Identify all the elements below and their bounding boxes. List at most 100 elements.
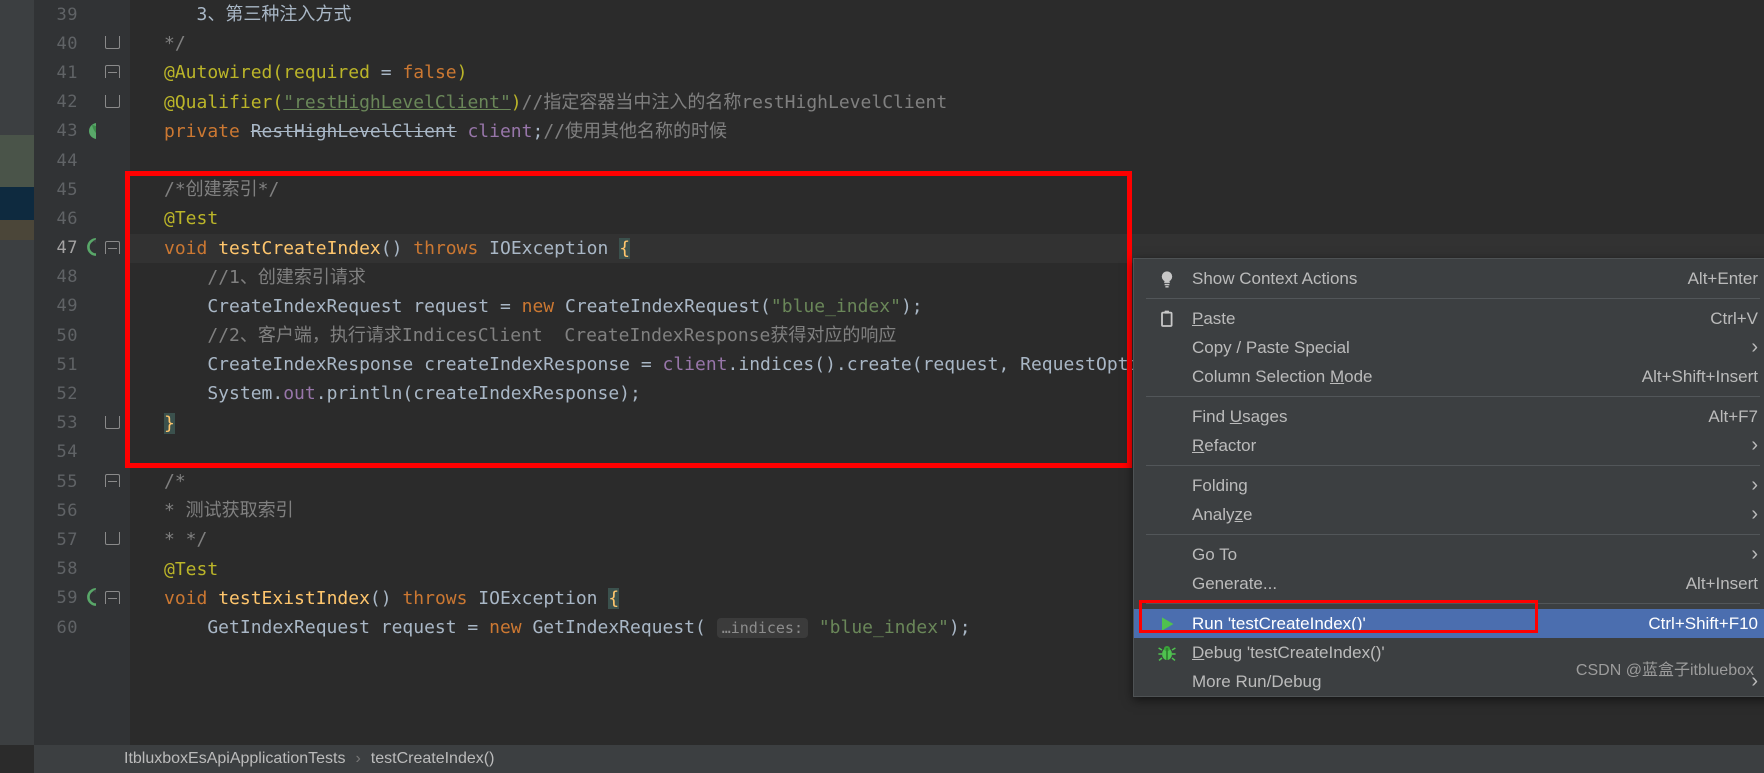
menu-item-label: Find Usages [1192, 406, 1288, 426]
fold-row-53[interactable] [96, 409, 130, 438]
fold-row-45 [96, 175, 130, 204]
code-line-39[interactable]: 3、第三种注入方式 [130, 0, 1764, 29]
menu-item-label: Paste [1192, 308, 1236, 328]
menu-item-label: Run 'testCreateIndex()' [1192, 613, 1366, 633]
chevron-right-icon: › [1751, 543, 1758, 565]
breadcrumb-method[interactable]: testCreateIndex() [371, 750, 495, 768]
clipboard-icon[interactable] [1157, 309, 1177, 329]
menu-separator [1146, 603, 1760, 604]
fold-row-39[interactable] [96, 0, 130, 29]
breadcrumb[interactable]: ItbluxboxEsApiApplicationTests › testCre… [34, 745, 1764, 773]
debug-bug-icon[interactable] [1157, 643, 1177, 663]
chevron-right-icon: › [1751, 336, 1758, 358]
menu-item-label: Show Context Actions [1192, 268, 1358, 288]
line-number: 53 [56, 413, 78, 434]
menu-item-go-to[interactable]: Go To › [1134, 540, 1764, 569]
code-line-43[interactable]: private RestHighLevelClient client;//使用其… [130, 117, 1764, 146]
line-number: 57 [56, 529, 78, 550]
menu-item-label: Refactor [1192, 435, 1257, 455]
menu-item-refactor[interactable]: Refactor › [1134, 431, 1764, 460]
fold-row-46 [96, 204, 130, 233]
line-number: 54 [56, 442, 78, 463]
menu-item-shortcut: Alt+F7 [1708, 406, 1758, 426]
line-number: 47 [56, 238, 78, 259]
fold-row-59[interactable] [96, 584, 130, 613]
line-number: 51 [56, 354, 78, 375]
line-number: 40 [56, 33, 78, 54]
fold-row-57[interactable] [96, 525, 130, 554]
fold-row-48 [96, 263, 130, 292]
menu-item-show-context-actions[interactable]: Show Context Actions Alt+Enter [1134, 264, 1764, 293]
line-number: 44 [56, 150, 78, 171]
line-number: 59 [56, 588, 78, 609]
menu-item-generate[interactable]: Generate... Alt+Insert [1134, 569, 1764, 598]
menu-separator [1146, 396, 1760, 397]
menu-item-shortcut: Ctrl+Shift+F10 [1648, 613, 1758, 633]
fold-row-42[interactable] [96, 88, 130, 117]
menu-item-run-testcreateindex[interactable]: Run 'testCreateIndex()' Ctrl+Shift+F10 [1134, 609, 1764, 638]
fold-end-icon[interactable] [105, 532, 120, 546]
fold-row-40[interactable] [96, 29, 130, 58]
line-number: 50 [56, 325, 78, 346]
menu-item-shortcut: Alt+Shift+Insert [1641, 366, 1758, 386]
menu-item-icon [1154, 671, 1180, 693]
code-line-40[interactable]: */ [130, 29, 1764, 58]
code-line-44[interactable] [130, 146, 1764, 175]
line-number: 45 [56, 179, 78, 200]
menu-item-analyze[interactable]: Analyze › [1134, 500, 1764, 529]
line-number: 60 [56, 617, 78, 638]
menu-item-shortcut: Ctrl+V [1710, 308, 1758, 328]
fold-row-43 [96, 117, 130, 146]
menu-item-icon [1154, 613, 1180, 635]
line-number: 56 [56, 500, 78, 521]
fold-collapse-icon[interactable] [105, 590, 120, 604]
fold-row-47[interactable] [96, 234, 130, 263]
menu-item-icon [1154, 475, 1180, 497]
fold-collapse-icon[interactable] [105, 65, 120, 79]
menu-item-shortcut: Alt+Insert [1685, 573, 1758, 593]
editor-fold-strip[interactable] [96, 0, 130, 745]
line-number: 58 [56, 559, 78, 580]
marker-block-olive [0, 220, 34, 240]
fold-end-icon[interactable] [105, 36, 120, 50]
menu-item-icon [1154, 573, 1180, 595]
lightbulb-icon[interactable] [1157, 269, 1177, 289]
fold-end-icon[interactable] [105, 94, 120, 108]
watermark: CSDN @蓝盒子itbluebox [1575, 662, 1754, 679]
chevron-right-icon: › [1751, 503, 1758, 525]
fold-end-icon[interactable] [105, 415, 120, 429]
menu-item-icon [1154, 642, 1180, 664]
code-line-42[interactable]: @Qualifier("restHighLevelClient")//指定容器当… [130, 88, 1764, 117]
menu-item-icon [1154, 435, 1180, 457]
editor-context-menu[interactable]: Show Context Actions Alt+Enter Paste Ctrl+V… [1133, 258, 1764, 697]
menu-item-paste[interactable]: Paste Ctrl+V [1134, 304, 1764, 333]
code-line-46[interactable]: @Test [130, 204, 1764, 233]
chevron-right-icon: › [1751, 474, 1758, 496]
line-number: 52 [56, 384, 78, 405]
menu-item-label: Column Selection Mode [1192, 366, 1373, 386]
fold-row-51 [96, 350, 130, 379]
fold-row-52 [96, 379, 130, 408]
code-line-41[interactable]: @Autowired(required = false) [130, 58, 1764, 87]
line-number: 48 [56, 267, 78, 288]
run-green-triangle-icon[interactable] [1157, 614, 1177, 634]
menu-separator [1146, 534, 1760, 535]
fold-collapse-icon[interactable] [105, 474, 120, 487]
fold-row-41[interactable] [96, 58, 130, 87]
fold-row-58 [96, 555, 130, 584]
breadcrumb-class[interactable]: ItbluxboxEsApiApplicationTests [124, 750, 345, 768]
menu-item-icon [1154, 366, 1180, 388]
fold-row-49 [96, 292, 130, 321]
menu-item-icon [1154, 504, 1180, 526]
menu-separator [1146, 465, 1760, 466]
line-number: 43 [56, 121, 78, 142]
menu-item-copy-paste-special[interactable]: Copy / Paste Special › [1134, 333, 1764, 362]
menu-item-column-selection-mode[interactable]: Column Selection Mode Alt+Shift+Insert [1134, 362, 1764, 391]
fold-collapse-icon[interactable] [105, 240, 120, 254]
menu-item-find-usages[interactable]: Find Usages Alt+F7 [1134, 402, 1764, 431]
fold-row-55[interactable] [96, 467, 130, 496]
code-line-45[interactable]: /*创建索引*/ [130, 175, 1764, 204]
editor-marker-strip[interactable] [0, 0, 34, 745]
menu-item-folding[interactable]: Folding › [1134, 471, 1764, 500]
menu-item-shortcut: Alt+Enter [1687, 268, 1758, 288]
